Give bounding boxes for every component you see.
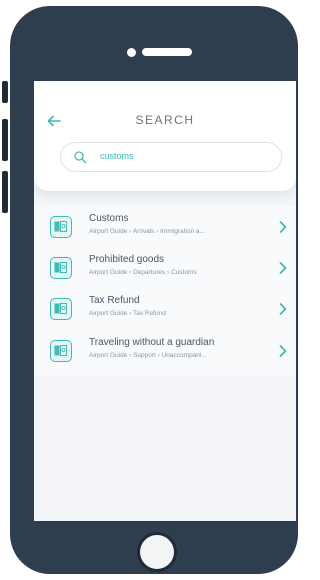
chevron-right-icon xyxy=(279,345,287,357)
item-breadcrumb: Airport Guide › Arrivals › Immigration a… xyxy=(89,228,205,235)
item-title: Tax Refund xyxy=(89,295,140,306)
list-item[interactable]: Tax Refund Airport Guide › Tax Refund xyxy=(34,289,296,329)
side-button xyxy=(2,81,8,103)
volume-down-button xyxy=(2,171,8,213)
chevron-right-icon xyxy=(279,221,287,233)
page-title: SEARCH xyxy=(135,113,195,127)
item-title: Customs xyxy=(89,213,129,224)
phone-frame: SEARCH customs Customs Airport Guide › A… xyxy=(2,6,298,574)
list-item[interactable]: Traveling without a guardian Airport Gui… xyxy=(34,331,296,371)
item-breadcrumb: Airport Guide › Support › Unaccompani... xyxy=(89,352,207,359)
chevron-right-icon xyxy=(279,262,287,274)
book-icon xyxy=(50,257,72,279)
chevron-right-icon xyxy=(279,303,287,315)
list-item[interactable]: Customs Airport Guide › Arrivals › Immig… xyxy=(34,207,296,247)
item-breadcrumb: Airport Guide › Departures › Customs xyxy=(89,269,197,276)
volume-up-button xyxy=(2,119,8,161)
app-screen: SEARCH customs Customs Airport Guide › A… xyxy=(34,81,296,521)
home-button[interactable] xyxy=(137,532,177,572)
search-input[interactable]: customs xyxy=(60,142,282,172)
front-camera xyxy=(127,48,136,57)
book-icon xyxy=(50,216,72,238)
book-icon xyxy=(50,298,72,320)
speaker-grille xyxy=(142,48,192,56)
search-icon xyxy=(74,151,87,164)
book-icon xyxy=(50,340,72,362)
search-results-list: Customs Airport Guide › Arrivals › Immig… xyxy=(34,206,296,376)
item-title: Prohibited goods xyxy=(89,254,165,265)
item-breadcrumb: Airport Guide › Tax Refund xyxy=(89,310,166,317)
item-title: Traveling without a guardian xyxy=(89,337,215,348)
list-item[interactable]: Prohibited goods Airport Guide › Departu… xyxy=(34,248,296,288)
search-value: customs xyxy=(100,151,134,161)
search-header: SEARCH customs xyxy=(34,81,296,191)
